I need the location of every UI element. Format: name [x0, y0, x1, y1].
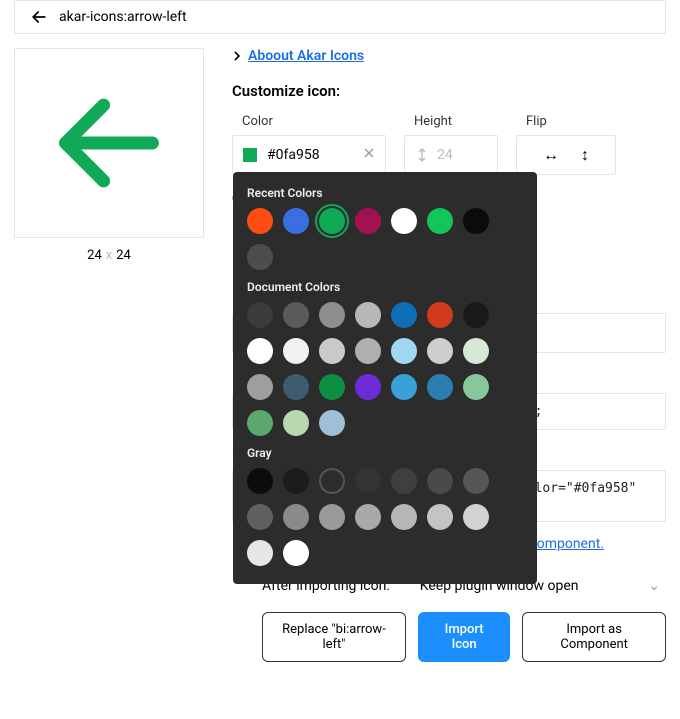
color-swatch[interactable]	[283, 208, 309, 234]
color-swatch-icon	[243, 148, 257, 162]
color-swatch[interactable]	[319, 302, 345, 328]
icon-preview	[14, 48, 204, 238]
color-swatch[interactable]	[355, 338, 381, 364]
flip-horizontal-icon[interactable]: ↔	[543, 145, 559, 165]
back-arrow-icon[interactable]	[29, 7, 49, 27]
color-swatch[interactable]	[247, 540, 273, 566]
color-swatch[interactable]	[283, 410, 309, 436]
arrow-left-icon	[44, 78, 174, 208]
color-swatch[interactable]	[319, 208, 345, 234]
color-swatch[interactable]	[427, 374, 453, 400]
header-bar: akar-icons:arrow-left	[14, 0, 666, 34]
color-swatch[interactable]	[247, 338, 273, 364]
color-swatch[interactable]	[463, 374, 489, 400]
color-swatch[interactable]	[391, 338, 417, 364]
color-swatch[interactable]	[247, 504, 273, 530]
color-swatch[interactable]	[247, 302, 273, 328]
customize-heading: Customize icon:	[232, 82, 666, 100]
chevron-right-icon	[232, 51, 242, 61]
color-swatch[interactable]	[247, 468, 273, 494]
color-swatch[interactable]	[391, 468, 417, 494]
color-swatch[interactable]	[355, 504, 381, 530]
color-swatch[interactable]	[355, 468, 381, 494]
about-link[interactable]: Aboout Akar Icons	[248, 48, 364, 64]
color-swatch[interactable]	[319, 338, 345, 364]
color-swatch[interactable]	[355, 374, 381, 400]
color-swatch[interactable]	[247, 208, 273, 234]
color-input[interactable]: #0fa958	[232, 135, 386, 175]
color-swatch[interactable]	[283, 540, 309, 566]
color-swatch[interactable]	[283, 302, 309, 328]
import-icon-button[interactable]: Import Icon	[418, 612, 510, 662]
chevron-down-icon[interactable]: ⌄	[648, 578, 660, 594]
color-swatch[interactable]	[247, 374, 273, 400]
color-swatch[interactable]	[355, 302, 381, 328]
color-picker-popover: Recent Colors Document Colors Gray	[233, 172, 537, 584]
color-swatch[interactable]	[355, 208, 381, 234]
color-swatch[interactable]	[247, 244, 273, 270]
gray-colors-label: Gray	[247, 446, 523, 460]
color-swatch[interactable]	[427, 504, 453, 530]
color-swatch[interactable]	[319, 410, 345, 436]
dimensions: 24x24	[14, 248, 204, 263]
color-swatch[interactable]	[427, 208, 453, 234]
color-swatch[interactable]	[247, 410, 273, 436]
color-swatch[interactable]	[427, 302, 453, 328]
icon-name: akar-icons:arrow-left	[59, 9, 187, 25]
color-swatch[interactable]	[463, 338, 489, 364]
color-swatch[interactable]	[391, 302, 417, 328]
color-swatch[interactable]	[283, 468, 309, 494]
color-swatch[interactable]	[463, 468, 489, 494]
color-swatch[interactable]	[463, 208, 489, 234]
color-swatch[interactable]	[427, 468, 453, 494]
color-swatch[interactable]	[463, 504, 489, 530]
height-field-label: Height	[414, 114, 498, 129]
height-value: 24	[437, 147, 453, 163]
height-icon	[415, 148, 429, 162]
color-value: #0fa958	[267, 147, 320, 163]
color-swatch[interactable]	[427, 338, 453, 364]
color-field-label: Color	[242, 114, 386, 129]
recent-colors-label: Recent Colors	[247, 186, 523, 200]
height-input[interactable]: 24	[404, 135, 498, 175]
replace-button[interactable]: Replace "bi:arrow-left"	[262, 612, 406, 662]
color-swatch[interactable]	[391, 208, 417, 234]
flip-field-label: Flip	[526, 114, 616, 129]
import-component-button[interactable]: Import as Component	[522, 612, 666, 662]
color-swatch[interactable]	[319, 468, 345, 494]
color-swatch[interactable]	[319, 374, 345, 400]
color-swatch[interactable]	[283, 338, 309, 364]
color-swatch[interactable]	[283, 504, 309, 530]
flip-vertical-icon[interactable]: ↕	[581, 145, 589, 165]
color-swatch[interactable]	[283, 374, 309, 400]
document-colors-label: Document Colors	[247, 280, 523, 294]
color-swatch[interactable]	[463, 302, 489, 328]
color-swatch[interactable]	[391, 374, 417, 400]
color-swatch[interactable]	[319, 504, 345, 530]
clear-color-icon[interactable]	[363, 147, 375, 163]
color-swatch[interactable]	[391, 504, 417, 530]
